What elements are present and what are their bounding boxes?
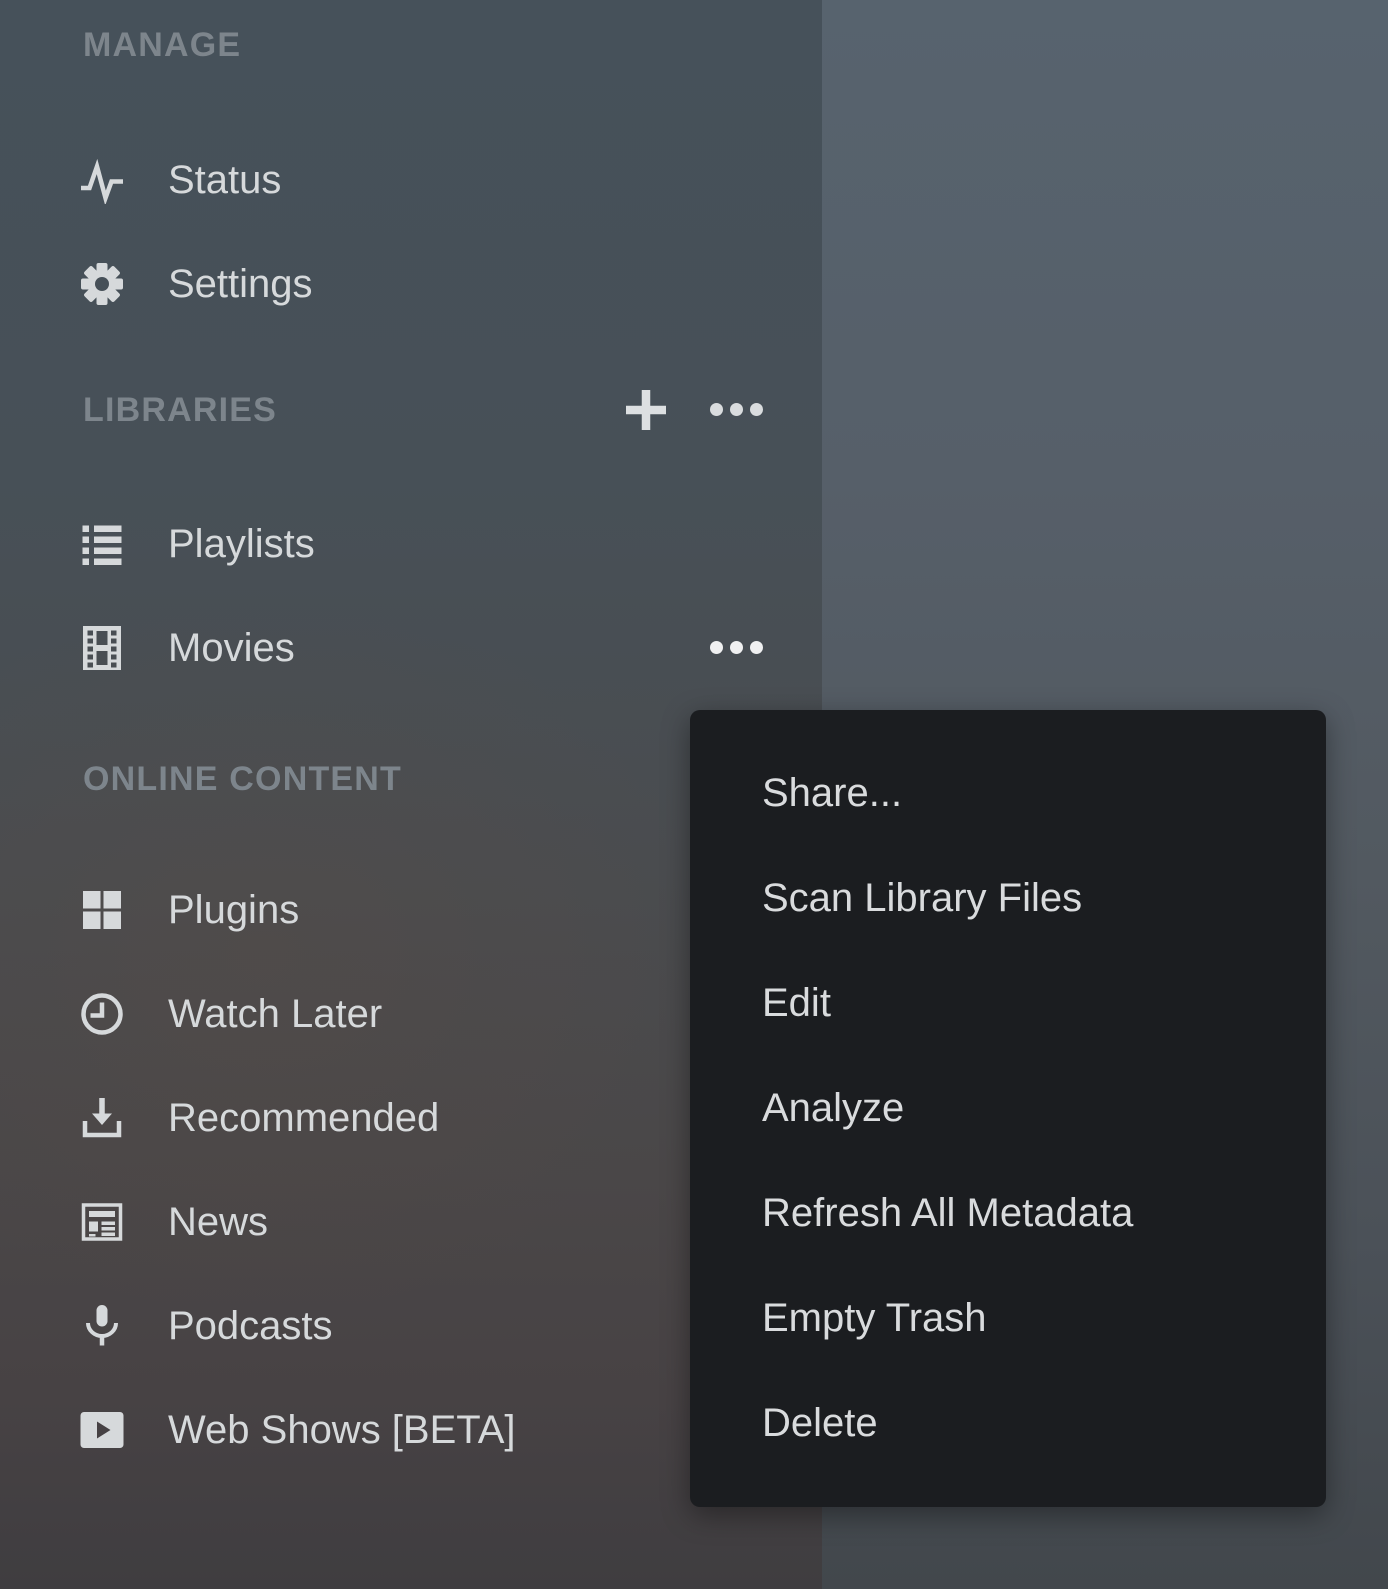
menu-item-scan-library-files[interactable]: Scan Library Files — [690, 846, 1326, 951]
sidebar-item-label: Podcasts — [168, 1304, 333, 1349]
sidebar-item-label: Status — [168, 158, 281, 203]
sidebar-item-status[interactable]: Status — [0, 128, 822, 232]
film-icon — [78, 624, 126, 672]
menu-item-analyze[interactable]: Analyze — [690, 1056, 1326, 1161]
sidebar-item-settings[interactable]: Settings — [0, 232, 822, 336]
sidebar-item-label: Web Shows [BETA] — [168, 1408, 516, 1453]
section-header-libraries: LIBRARIES — [83, 388, 277, 432]
play-square-icon — [78, 1406, 126, 1454]
gear-icon — [78, 260, 126, 308]
sidebar-item-label: Playlists — [168, 522, 315, 567]
section-header-online-content: ONLINE CONTENT — [83, 757, 402, 801]
ellipsis-icon[interactable] — [710, 403, 763, 416]
plus-icon[interactable] — [624, 388, 668, 432]
sidebar-item-label: Plugins — [168, 888, 299, 933]
sidebar-item-label: Recommended — [168, 1096, 439, 1141]
playlist-icon — [78, 520, 126, 568]
menu-item-edit[interactable]: Edit — [690, 951, 1326, 1056]
grid-icon — [78, 886, 126, 934]
sidebar-item-label: Movies — [168, 626, 295, 671]
sidebar-item-movies[interactable]: Movies — [0, 596, 822, 700]
ellipsis-icon[interactable] — [710, 641, 763, 654]
section-header-manage: MANAGE — [83, 23, 241, 67]
clock-icon — [78, 990, 126, 1038]
sidebar-item-label: Watch Later — [168, 992, 382, 1037]
menu-item-share[interactable]: Share... — [690, 741, 1326, 846]
activity-icon — [78, 156, 126, 204]
sidebar-item-label: Settings — [168, 262, 313, 307]
microphone-icon — [78, 1302, 126, 1350]
news-icon — [78, 1198, 126, 1246]
library-context-menu: Share... Scan Library Files Edit Analyze… — [690, 710, 1326, 1507]
sidebar-item-playlists[interactable]: Playlists — [0, 492, 822, 596]
download-icon — [78, 1094, 126, 1142]
menu-item-empty-trash[interactable]: Empty Trash — [690, 1266, 1326, 1371]
sidebar-item-label: News — [168, 1200, 268, 1245]
menu-item-delete[interactable]: Delete — [690, 1371, 1326, 1476]
plex-sidebar-screen: MANAGE Status — [0, 0, 1388, 1589]
menu-item-refresh-all-metadata[interactable]: Refresh All Metadata — [690, 1161, 1326, 1266]
